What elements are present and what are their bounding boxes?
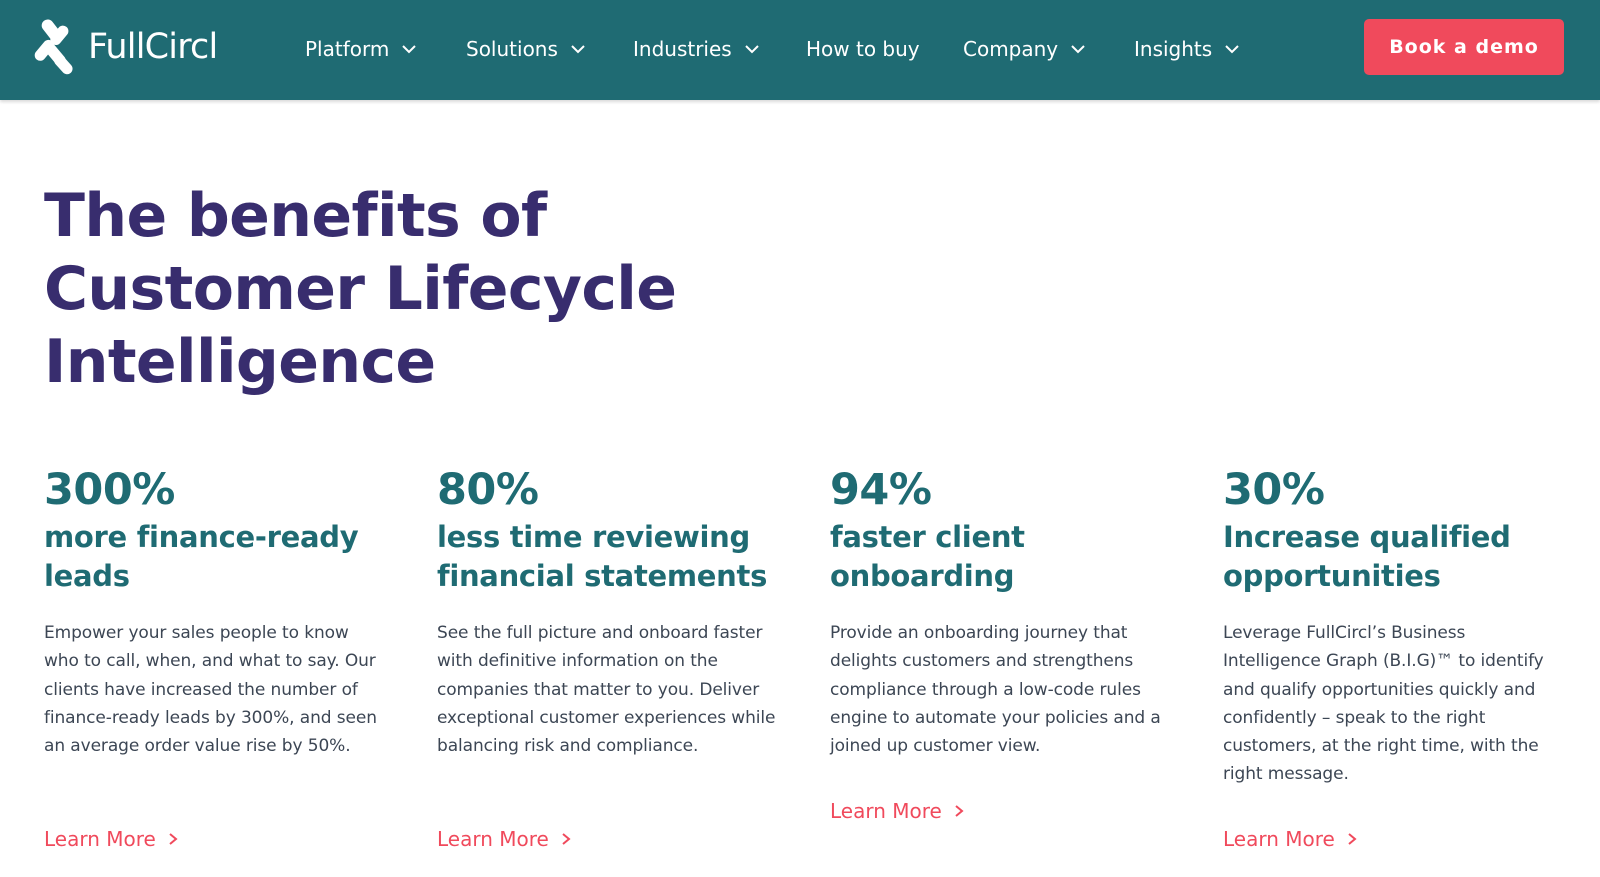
benefit-card: 30% Increase qualified opportunities Lev… xyxy=(1223,462,1563,789)
stat-label-line: opportunities xyxy=(1223,559,1441,593)
learn-more-label: Learn More xyxy=(44,827,156,851)
stat-label-line: leads xyxy=(44,559,130,593)
learn-more-label: Learn More xyxy=(437,827,549,851)
logo-text: FullCircl xyxy=(88,26,218,67)
chevron-down-icon xyxy=(1225,45,1239,54)
title-line: Customer Lifecycle xyxy=(44,254,677,324)
chevron-right-icon xyxy=(562,833,571,845)
learn-more-link[interactable]: Learn More xyxy=(44,827,178,851)
learn-more-link[interactable]: Learn More xyxy=(830,799,964,823)
fullcircl-logo-icon xyxy=(34,19,73,75)
stat-label: Increase qualified opportunities xyxy=(1223,518,1563,596)
stat-label-line: onboarding xyxy=(830,559,1015,593)
nav-item-how-to-buy[interactable]: How to buy xyxy=(806,32,920,66)
nav-item-company[interactable]: Company xyxy=(963,32,1086,66)
nav-item-solutions[interactable]: Solutions xyxy=(466,32,586,66)
learn-more-link[interactable]: Learn More xyxy=(1223,827,1357,851)
stat-label: more finance-ready leads xyxy=(44,518,384,596)
chevron-right-icon xyxy=(1348,833,1357,845)
learn-more-label: Learn More xyxy=(1223,827,1335,851)
stat-value: 30% xyxy=(1223,465,1325,515)
nav-label: Industries xyxy=(633,37,732,61)
chevron-down-icon xyxy=(1071,45,1085,54)
nav-label: Insights xyxy=(1134,37,1213,61)
stat-label: faster client onboarding xyxy=(830,518,1170,596)
benefit-card: 300% more finance-ready leads Empower yo… xyxy=(44,462,384,760)
nav-label: Company xyxy=(963,37,1059,61)
book-demo-button[interactable]: Book a demo xyxy=(1364,19,1564,75)
stat-label-line: faster client xyxy=(830,520,1025,554)
stat-label-line: less time reviewing xyxy=(437,520,750,554)
nav-item-platform[interactable]: Platform xyxy=(305,32,417,66)
benefit-card: 80% less time reviewing financial statem… xyxy=(437,462,777,760)
stat-value: 80% xyxy=(437,465,539,515)
nav-item-industries[interactable]: Industries xyxy=(633,32,760,66)
title-line: Intelligence xyxy=(44,327,436,397)
logo[interactable]: FullCircl xyxy=(32,16,218,78)
page-title: The benefits of Customer Lifecycle Intel… xyxy=(44,180,764,399)
benefit-description: Empower your sales people to know who to… xyxy=(44,623,377,757)
stat-label: less time reviewing financial statements xyxy=(437,518,777,596)
nav-item-insights[interactable]: Insights xyxy=(1134,32,1240,66)
nav-label: How to buy xyxy=(806,37,920,61)
benefit-card: 94% faster client onboarding Provide an … xyxy=(830,462,1170,760)
benefit-description: See the full picture and onboard faster … xyxy=(437,623,776,757)
chevron-down-icon xyxy=(571,45,585,54)
chevron-right-icon xyxy=(169,833,178,845)
site-header: FullCircl Platform Solutions Industries … xyxy=(0,0,1600,100)
chevron-right-icon xyxy=(955,805,964,817)
nav-label: Platform xyxy=(305,37,390,61)
learn-more-label: Learn More xyxy=(830,799,942,823)
chevron-down-icon xyxy=(745,45,759,54)
title-line: The benefits of xyxy=(44,181,547,251)
nav-label: Solutions xyxy=(466,37,558,61)
learn-more-link[interactable]: Learn More xyxy=(437,827,571,851)
stat-label-line: more finance-ready xyxy=(44,520,359,554)
stat-value: 300% xyxy=(44,465,175,515)
benefit-description: Leverage FullCircl’s Business Intelligen… xyxy=(1223,623,1544,785)
chevron-down-icon xyxy=(402,45,417,54)
stat-label-line: Increase qualified xyxy=(1223,520,1511,554)
stat-label-line: financial statements xyxy=(437,559,768,593)
stat-value: 94% xyxy=(830,465,932,515)
benefit-description: Provide an onboarding journey that delig… xyxy=(830,623,1161,757)
